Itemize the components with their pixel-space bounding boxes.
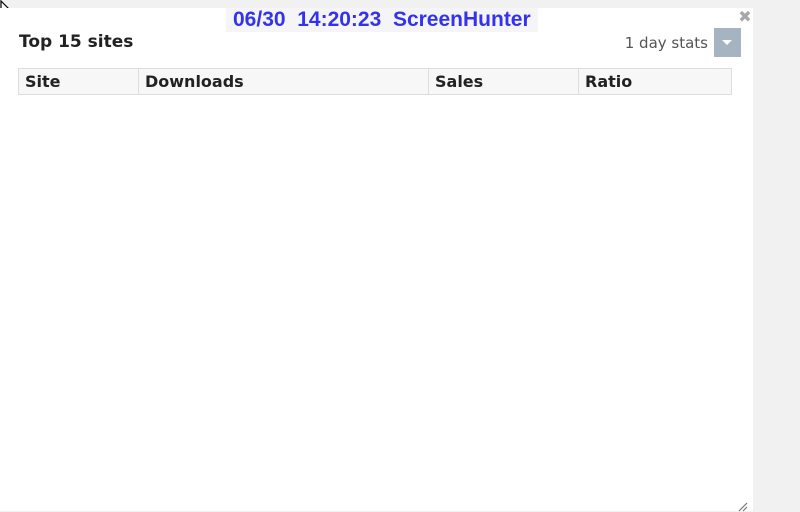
column-header-site[interactable]: Site <box>19 69 139 94</box>
resize-grip-icon[interactable] <box>736 500 748 512</box>
column-header-ratio[interactable]: Ratio <box>579 69 731 94</box>
sites-table-header: Site Downloads Sales Ratio <box>18 68 732 95</box>
column-header-sales[interactable]: Sales <box>429 69 579 94</box>
widget-title: Top 15 sites <box>19 32 134 52</box>
screenhunter-watermark: 06/30 14:20:23 ScreenHunter <box>226 8 538 32</box>
chevron-down-icon <box>722 40 732 45</box>
stats-period-selected[interactable]: 1 day stats <box>625 34 708 52</box>
column-header-downloads[interactable]: Downloads <box>139 69 429 94</box>
close-icon[interactable]: ✖ <box>737 9 753 25</box>
stats-period-dropdown-button[interactable] <box>714 28 741 57</box>
